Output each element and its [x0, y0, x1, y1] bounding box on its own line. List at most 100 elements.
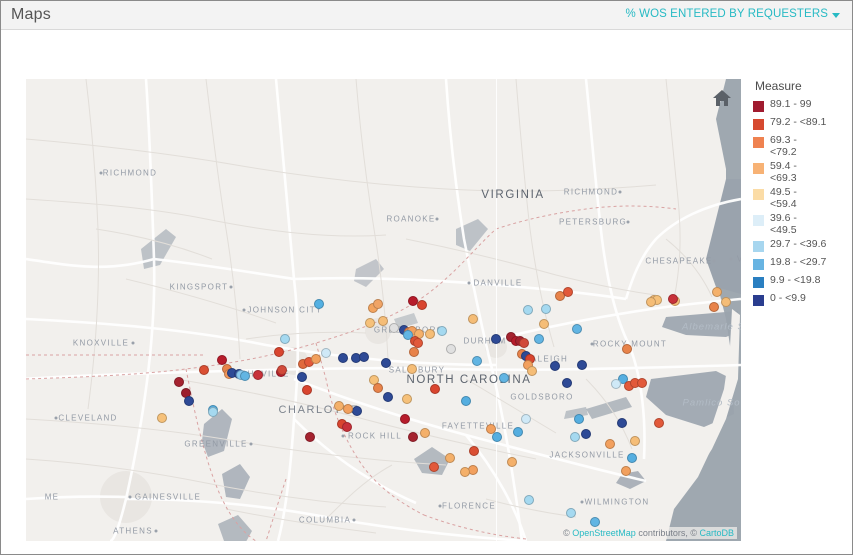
- map-data-point[interactable]: [668, 294, 678, 304]
- map-data-point[interactable]: [157, 413, 167, 423]
- map-data-point[interactable]: [240, 371, 250, 381]
- legend-item[interactable]: 79.2 - <89.1: [753, 116, 849, 132]
- legend-item[interactable]: 39.6 - <49.5: [753, 212, 849, 236]
- map-data-point[interactable]: [621, 466, 631, 476]
- map-data-point[interactable]: [280, 334, 290, 344]
- map-data-point[interactable]: [311, 354, 321, 364]
- map-data-point[interactable]: [541, 304, 551, 314]
- map-data-point[interactable]: [524, 495, 534, 505]
- map-data-point[interactable]: [342, 422, 352, 432]
- legend-item[interactable]: 19.8 - <29.7: [753, 256, 849, 272]
- map-data-point[interactable]: [721, 297, 731, 307]
- map-data-point[interactable]: [630, 436, 640, 446]
- map-data-point[interactable]: [305, 432, 315, 442]
- map-data-point[interactable]: [577, 360, 587, 370]
- map-data-point[interactable]: [409, 347, 419, 357]
- map-data-point[interactable]: [460, 467, 470, 477]
- map-data-point[interactable]: [513, 427, 523, 437]
- map-data-point[interactable]: [437, 326, 447, 336]
- map-data-point[interactable]: [378, 316, 388, 326]
- map-data-point[interactable]: [359, 352, 369, 362]
- map-data-point[interactable]: [523, 305, 533, 315]
- map-data-point[interactable]: [184, 396, 194, 406]
- map-data-point[interactable]: [321, 348, 331, 358]
- map-data-point[interactable]: [712, 287, 722, 297]
- map-city-dot: [249, 442, 253, 446]
- map-data-point[interactable]: [468, 314, 478, 324]
- map-data-point[interactable]: [277, 365, 287, 375]
- map-data-point[interactable]: [389, 323, 399, 333]
- map-data-point[interactable]: [199, 365, 209, 375]
- map-data-point[interactable]: [527, 366, 537, 376]
- legend-item[interactable]: 49.5 - <59.4: [753, 186, 849, 210]
- map-data-point[interactable]: [445, 453, 455, 463]
- map-data-point[interactable]: [461, 396, 471, 406]
- map-data-point[interactable]: [563, 287, 573, 297]
- map-data-point[interactable]: [486, 424, 496, 434]
- map-data-point[interactable]: [402, 394, 412, 404]
- map-data-point[interactable]: [534, 334, 544, 344]
- map-data-point[interactable]: [420, 428, 430, 438]
- map-data-point[interactable]: [519, 338, 529, 348]
- map-data-point[interactable]: [407, 364, 417, 374]
- map-data-point[interactable]: [338, 353, 348, 363]
- map-data-point[interactable]: [491, 334, 501, 344]
- map-canvas[interactable]: RICHMONDKINGSPORTJOHNSON CITYKNOXVILLEAS…: [26, 79, 741, 541]
- legend-item[interactable]: 69.3 - <79.2: [753, 134, 849, 158]
- map-data-point[interactable]: [605, 439, 615, 449]
- map-data-point[interactable]: [208, 407, 218, 417]
- attribution-openstreetmap-link[interactable]: OpenStreetMap: [572, 528, 636, 538]
- legend-item[interactable]: 89.1 - 99: [753, 98, 849, 114]
- map-data-point[interactable]: [253, 370, 263, 380]
- map-data-point[interactable]: [302, 385, 312, 395]
- map-data-point[interactable]: [408, 432, 418, 442]
- map-data-point[interactable]: [570, 432, 580, 442]
- map-data-point[interactable]: [417, 300, 427, 310]
- map-data-point[interactable]: [566, 508, 576, 518]
- map-data-point[interactable]: [352, 406, 362, 416]
- attribution-cartodb-link[interactable]: CartoDB: [699, 528, 734, 538]
- map-data-point[interactable]: [174, 377, 184, 387]
- map-data-point[interactable]: [627, 453, 637, 463]
- map-data-point[interactable]: [274, 347, 284, 357]
- map-data-point[interactable]: [429, 462, 439, 472]
- legend-item[interactable]: 0 - <9.9: [753, 292, 849, 308]
- map-data-point[interactable]: [425, 329, 435, 339]
- map-data-point[interactable]: [373, 299, 383, 309]
- map-data-point[interactable]: [590, 517, 600, 527]
- map-data-point[interactable]: [297, 372, 307, 382]
- map-data-point[interactable]: [469, 446, 479, 456]
- map-data-point[interactable]: [637, 378, 647, 388]
- legend-item[interactable]: 9.9 - <19.8: [753, 274, 849, 290]
- map-data-point[interactable]: [507, 457, 517, 467]
- map-data-point[interactable]: [622, 344, 632, 354]
- map-data-point[interactable]: [550, 361, 560, 371]
- map-data-point[interactable]: [381, 358, 391, 368]
- map-data-point[interactable]: [646, 297, 656, 307]
- map-data-point[interactable]: [572, 324, 582, 334]
- measure-selector-dropdown[interactable]: % WOS ENTERED BY REQUESTERS: [626, 8, 840, 20]
- map-data-point[interactable]: [617, 418, 627, 428]
- map-data-point[interactable]: [539, 319, 549, 329]
- map-data-point[interactable]: [383, 392, 393, 402]
- map-data-point[interactable]: [562, 378, 572, 388]
- map-data-point[interactable]: [492, 432, 502, 442]
- map-data-point[interactable]: [709, 302, 719, 312]
- map-data-point[interactable]: [373, 383, 383, 393]
- map-data-point[interactable]: [654, 418, 664, 428]
- map-data-point[interactable]: [574, 414, 584, 424]
- map-data-point[interactable]: [430, 384, 440, 394]
- map-data-point[interactable]: [365, 318, 375, 328]
- map-data-point[interactable]: [400, 414, 410, 424]
- map-data-point[interactable]: [472, 356, 482, 366]
- map-data-point[interactable]: [611, 379, 621, 389]
- home-icon[interactable]: [711, 87, 733, 109]
- legend-item[interactable]: 59.4 - <69.3: [753, 160, 849, 184]
- map-data-point[interactable]: [314, 299, 324, 309]
- map-data-point[interactable]: [446, 344, 456, 354]
- map-data-point[interactable]: [581, 429, 591, 439]
- map-data-point[interactable]: [521, 414, 531, 424]
- legend-item[interactable]: 29.7 - <39.6: [753, 238, 849, 254]
- map-data-point[interactable]: [499, 373, 509, 383]
- map-data-point[interactable]: [343, 404, 353, 414]
